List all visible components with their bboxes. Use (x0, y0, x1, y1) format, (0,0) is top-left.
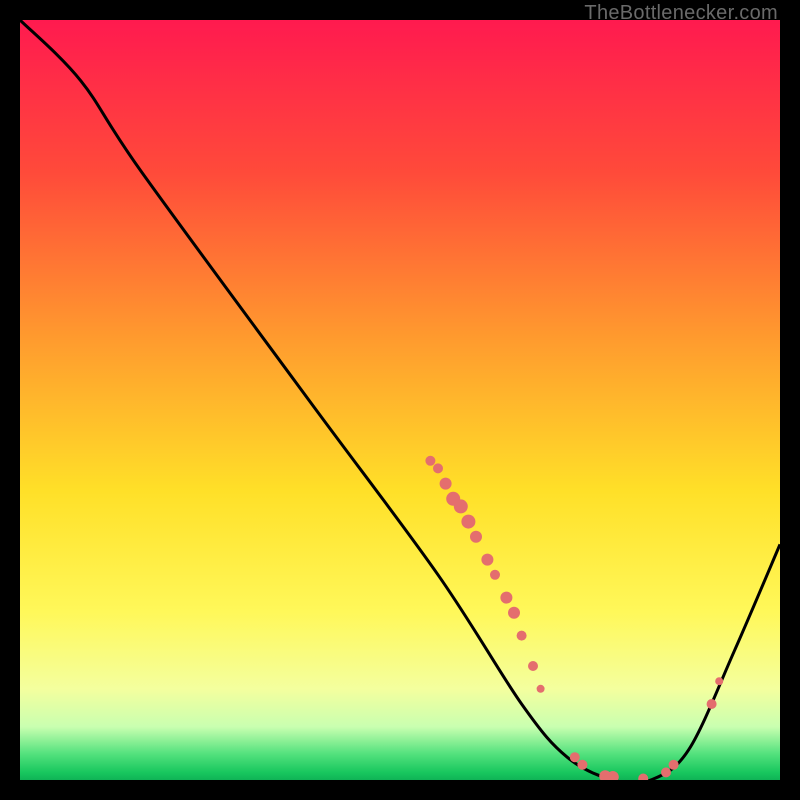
chart-canvas (20, 20, 780, 780)
data-marker (454, 499, 468, 513)
data-marker (433, 463, 443, 473)
data-marker (537, 685, 545, 693)
data-marker (470, 531, 482, 543)
data-marker (461, 515, 475, 529)
data-marker (715, 677, 723, 685)
data-marker (425, 456, 435, 466)
data-marker (440, 478, 452, 490)
data-marker (661, 767, 671, 777)
data-marker (669, 760, 679, 770)
data-marker (528, 661, 538, 671)
data-marker (570, 752, 580, 762)
data-marker (500, 592, 512, 604)
attribution-text: TheBottlenecker.com (584, 2, 778, 25)
data-marker (517, 631, 527, 641)
data-marker (707, 699, 717, 709)
data-marker (490, 570, 500, 580)
data-marker (508, 607, 520, 619)
data-marker (577, 760, 587, 770)
data-marker (481, 554, 493, 566)
gradient-fill (20, 20, 780, 780)
